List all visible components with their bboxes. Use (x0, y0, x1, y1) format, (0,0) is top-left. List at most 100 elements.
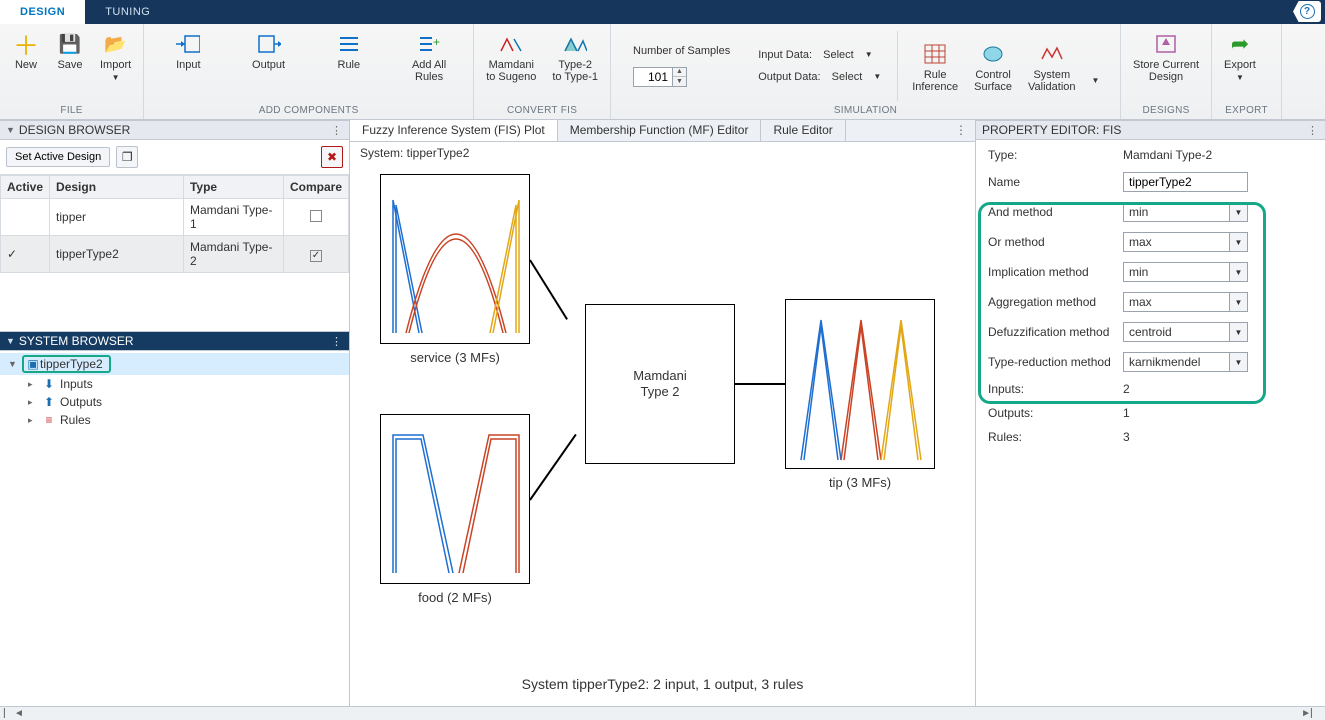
system-label: System: tipperType2 (350, 142, 975, 164)
help-icon[interactable]: ? (1293, 1, 1321, 22)
aggregation-method-label: Aggregation method (988, 295, 1123, 309)
chevron-down-icon: ▼ (865, 50, 873, 59)
type2-to-type1-button[interactable]: Type-2 to Type-1 (546, 28, 604, 83)
food-box[interactable] (380, 414, 530, 584)
plot-subtabs: Fuzzy Inference System (FIS) Plot Member… (350, 120, 975, 142)
chevron-down-icon: ▼ (1229, 323, 1247, 341)
input-icon (176, 32, 200, 56)
property-editor-header: PROPERTY EDITOR: FIS ⋮ (976, 120, 1325, 140)
inputs-label: Inputs: (988, 382, 1123, 396)
food-label: food (2 MFs) (375, 590, 535, 605)
panel-menu-icon[interactable]: ⋮ (331, 335, 343, 348)
center-box[interactable]: Mamdani Type 2 (585, 304, 735, 464)
save-button[interactable]: 💾Save (50, 28, 90, 71)
num-samples-label: Number of Samples (633, 45, 730, 57)
outputs-value: 1 (1123, 406, 1130, 420)
export-button[interactable]: ➦Export▼ (1218, 28, 1262, 84)
scroll-left-icon[interactable]: ⎸◄ (4, 708, 24, 719)
rule-inference-icon (923, 42, 947, 66)
mamdani-to-sugeno-button[interactable]: Mamdani to Sugeno (480, 28, 542, 83)
panel-menu-icon[interactable]: ⋮ (947, 120, 975, 141)
tip-box[interactable] (785, 299, 935, 469)
tip-label: tip (3 MFs) (780, 475, 940, 490)
add-output-button[interactable]: Output (234, 28, 304, 71)
subtab-fis-plot[interactable]: Fuzzy Inference System (FIS) Plot (350, 120, 558, 141)
compare-checkbox[interactable] (310, 210, 322, 222)
chevron-down-icon: ▼ (1229, 293, 1247, 311)
tree-node-inputs[interactable]: ▸⬇Inputs (0, 375, 349, 393)
implication-method-label: Implication method (988, 265, 1123, 279)
inputs-value: 2 (1123, 382, 1130, 396)
add-rule-button[interactable]: Rule (314, 28, 384, 71)
implication-method-select[interactable]: min▼ (1123, 262, 1248, 282)
output-icon (257, 32, 281, 56)
new-button[interactable]: ＋New (6, 28, 46, 71)
service-label: service (3 MFs) (375, 350, 535, 365)
rule-inference-button[interactable]: Rule Inference (906, 38, 964, 93)
design-table: Active Design Type Compare tipper Mamdan… (0, 175, 349, 273)
num-samples-spinner[interactable]: ▲▼ (633, 67, 687, 87)
add-all-icon: + (417, 32, 441, 56)
close-icon: ✖ (327, 150, 337, 164)
panel-menu-icon[interactable]: ⋮ (331, 124, 343, 137)
plus-icon: ＋ (14, 32, 38, 56)
subtab-rule-editor[interactable]: Rule Editor (761, 120, 845, 141)
output-data-select[interactable]: Output Data: Select ▼ (758, 71, 881, 83)
import-button[interactable]: 📂Import▼ (94, 28, 137, 84)
service-box[interactable] (380, 174, 530, 344)
tab-design[interactable]: DESIGN (0, 0, 85, 24)
system-browser-header: ▼ SYSTEM BROWSER ⋮ (0, 331, 349, 351)
tab-tuning[interactable]: TUNING (85, 0, 170, 24)
set-active-design-button[interactable]: Set Active Design (6, 147, 110, 167)
add-all-rules-button[interactable]: +Add All Rules (394, 28, 464, 83)
inputs-icon: ⬇ (42, 377, 56, 391)
type-value: Mamdani Type-2 (1123, 148, 1212, 162)
tree-node-outputs[interactable]: ▸⬆Outputs (0, 393, 349, 411)
spinner-arrows[interactable]: ▲▼ (672, 68, 686, 86)
scroll-right-icon[interactable]: ►⎸ (1301, 708, 1321, 719)
simulation-more-button[interactable]: ▼ (1086, 46, 1106, 85)
copy-icon: ❐ (122, 150, 133, 164)
input-data-select[interactable]: Input Data: Select ▼ (758, 49, 881, 61)
delete-design-button[interactable]: ✖ (321, 146, 343, 168)
tree-node-rules[interactable]: ▸≡Rules (0, 411, 349, 429)
chevron-down-icon: ▼ (1229, 353, 1247, 371)
expand-icon[interactable]: ▼ (8, 359, 18, 369)
chevron-down-icon[interactable]: ▼ (6, 336, 15, 346)
chevron-down-icon[interactable]: ▼ (6, 125, 15, 135)
defuzzification-method-select[interactable]: centroid▼ (1123, 322, 1248, 342)
tree-node-root[interactable]: ▼ ▣tipperType2 (0, 353, 349, 375)
copy-design-button[interactable]: ❐ (116, 146, 138, 168)
ribbon: ＋New 💾Save 📂Import▼ FILE Input Output Ru… (0, 24, 1325, 120)
convert-type2-icon (563, 32, 587, 56)
control-surface-button[interactable]: Control Surface (968, 38, 1018, 93)
export-icon: ➦ (1228, 32, 1252, 56)
col-compare: Compare (283, 176, 348, 199)
expand-icon[interactable]: ▸ (28, 397, 38, 408)
name-label: Name (988, 175, 1123, 189)
expand-icon[interactable]: ▸ (28, 379, 38, 390)
top-tabstrip: DESIGN TUNING ? (0, 0, 1325, 24)
system-browser-title: SYSTEM BROWSER (19, 334, 134, 348)
add-input-button[interactable]: Input (153, 28, 223, 71)
table-row[interactable]: tipper Mamdani Type-1 (1, 199, 349, 236)
type-label: Type: (988, 148, 1123, 162)
and-method-select[interactable]: min▼ (1123, 202, 1248, 222)
rules-icon: ≡ (42, 413, 56, 427)
aggregation-method-select[interactable]: max▼ (1123, 292, 1248, 312)
compare-checkbox[interactable]: ✓ (310, 250, 322, 262)
or-method-select[interactable]: max▼ (1123, 232, 1248, 252)
panel-menu-icon[interactable]: ⋮ (1307, 124, 1319, 137)
name-input[interactable] (1123, 172, 1248, 192)
system-validation-button[interactable]: System Validation (1022, 38, 1082, 93)
type-reduction-method-select[interactable]: karnikmendel▼ (1123, 352, 1248, 372)
canvas-footer: System tipperType2: 2 input, 1 output, 3… (350, 668, 975, 706)
subtab-mf-editor[interactable]: Membership Function (MF) Editor (558, 120, 762, 141)
table-row[interactable]: ✓ tipperType2 Mamdani Type-2 ✓ (1, 236, 349, 273)
rule-icon (337, 32, 361, 56)
store-design-button[interactable]: Store Current Design (1127, 28, 1205, 83)
num-samples-input[interactable] (634, 68, 672, 86)
col-design: Design (50, 176, 184, 199)
expand-icon[interactable]: ▸ (28, 415, 38, 426)
save-icon: 💾 (58, 32, 82, 56)
